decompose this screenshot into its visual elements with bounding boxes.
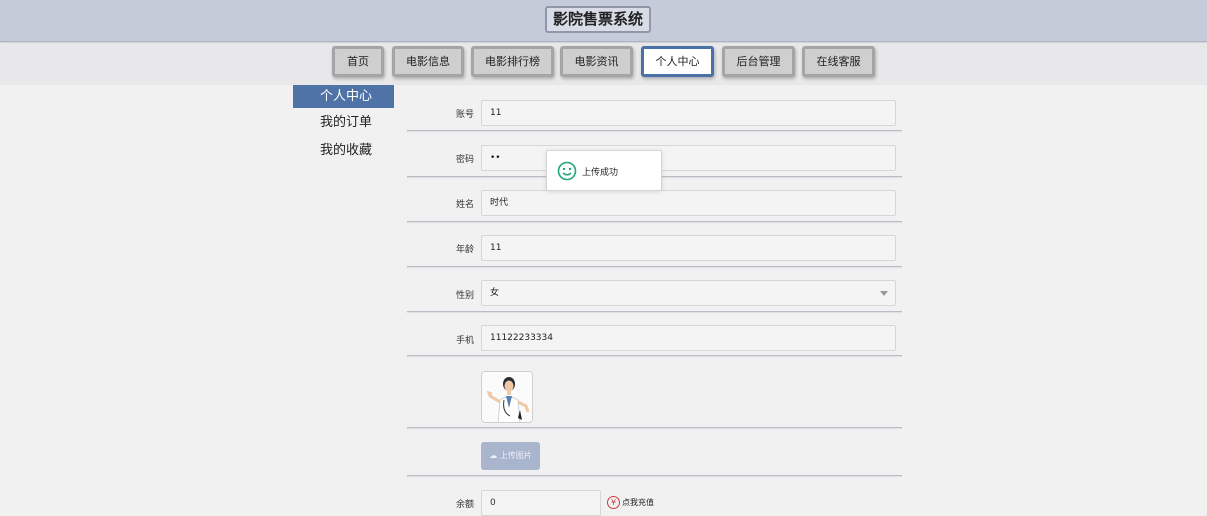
row-divider	[407, 427, 902, 428]
toast-message: 上传成功	[582, 168, 619, 178]
nav-movie-info[interactable]: 电影信息	[392, 46, 464, 77]
upload-image-label: 上传图片	[499, 451, 532, 460]
age-input[interactable]: 11	[481, 235, 896, 261]
recharge-link[interactable]: ¥ 点我充值	[607, 495, 654, 511]
phone-input[interactable]: 11122233334	[481, 325, 896, 351]
row-divider	[407, 311, 902, 312]
account-input[interactable]: 11	[481, 100, 896, 126]
smile-icon	[557, 161, 577, 181]
password-input[interactable]: ••	[481, 145, 896, 171]
row-divider	[407, 475, 902, 476]
upload-image-button[interactable]: ☁ 上传图片	[481, 442, 540, 470]
row-divider	[407, 266, 902, 267]
sidebar-item-personal-center[interactable]: 个人中心	[293, 85, 394, 108]
site-title: 影院售票系统	[545, 6, 651, 33]
row-divider	[407, 130, 902, 131]
password-label: 密码	[455, 155, 474, 165]
sidebar-item-my-favorites[interactable]: 我的收藏	[293, 139, 394, 162]
cloud-upload-icon: ☁	[489, 451, 498, 460]
chevron-down-icon	[880, 291, 888, 296]
name-label: 姓名	[455, 200, 474, 210]
nav-movie-news[interactable]: 电影资讯	[560, 46, 633, 77]
gender-select[interactable]: 女	[481, 280, 896, 306]
gender-selected-value: 女	[490, 288, 500, 298]
success-toast: 上传成功	[546, 150, 662, 191]
avatar[interactable]	[481, 371, 533, 423]
recharge-label: 点我充值	[622, 498, 654, 507]
nav-online-service[interactable]: 在线客服	[802, 46, 875, 77]
sidebar-item-my-orders[interactable]: 我的订单	[293, 111, 394, 134]
yen-icon: ¥	[607, 496, 620, 509]
name-input[interactable]: 时代	[481, 190, 896, 216]
row-divider	[407, 221, 902, 222]
age-label: 年龄	[455, 245, 474, 255]
account-label: 账号	[455, 110, 474, 120]
row-divider	[407, 355, 902, 356]
phone-label: 手机	[455, 336, 474, 346]
balance-input[interactable]: 0	[481, 490, 601, 516]
gender-label: 性别	[455, 291, 474, 301]
nav-personal-center[interactable]: 个人中心	[641, 46, 714, 77]
nav-movie-ranking[interactable]: 电影排行榜	[471, 46, 554, 77]
nav-admin[interactable]: 后台管理	[722, 46, 795, 77]
balance-label: 余额	[455, 500, 474, 510]
nav-home[interactable]: 首页	[332, 46, 384, 77]
avatar-image	[482, 372, 532, 422]
